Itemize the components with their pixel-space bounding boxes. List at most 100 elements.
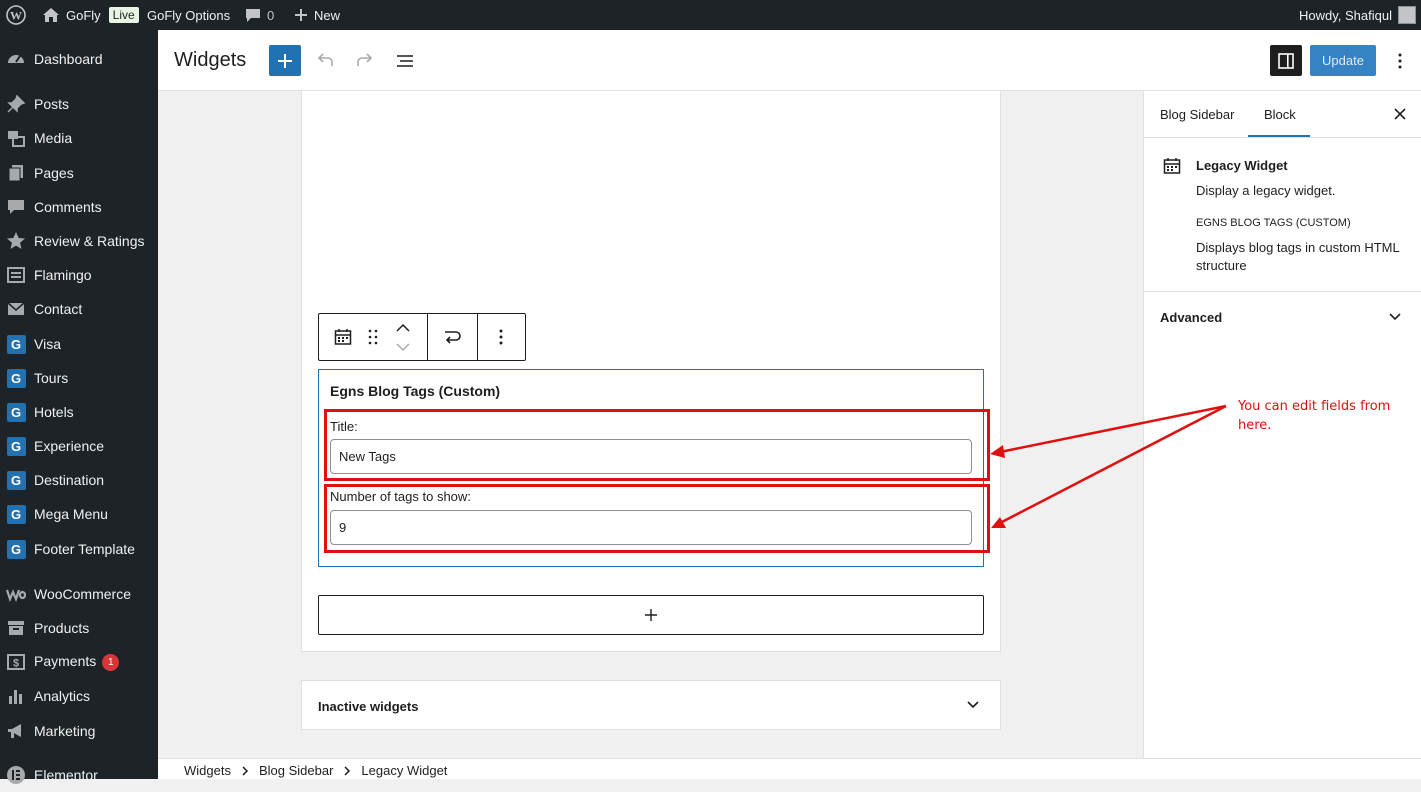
sidebar-item-woocommerce[interactable]: WooCommerce [0, 577, 158, 611]
add-block-appender[interactable] [318, 595, 984, 635]
sidebar-item-mega-menu[interactable]: G Mega Menu [0, 497, 158, 531]
my-account-link[interactable]: Howdy, Shafiqul [1299, 0, 1416, 30]
sidebar-item-label: Dashboard [34, 51, 103, 67]
sidebar-item-footer-template[interactable]: G Footer Template [0, 532, 158, 566]
woo-icon [6, 584, 26, 604]
breadcrumb: Widgets Blog Sidebar Legacy Widget [158, 758, 1421, 779]
tab-block[interactable]: Block [1264, 107, 1296, 122]
sidebar-item-label: Marketing [34, 723, 96, 739]
mail-icon [6, 299, 26, 319]
site-name-link[interactable]: GoFly Live [42, 0, 139, 30]
g-icon: G [6, 539, 26, 559]
title-input[interactable]: New Tags [330, 439, 972, 474]
block-card: Legacy Widget Display a legacy widget. E… [1144, 139, 1421, 292]
svg-text:W: W [10, 9, 22, 23]
undo-icon [315, 51, 335, 71]
move-down-button[interactable] [391, 337, 415, 356]
sidebar-item-tours[interactable]: G Tours [0, 361, 158, 395]
comments-count: 0 [267, 7, 275, 23]
comments-link[interactable]: 0 [245, 0, 274, 30]
gofly-options-link[interactable]: GoFly Options [147, 0, 230, 30]
transform-icon [441, 327, 463, 347]
flamingo-icon [6, 265, 26, 285]
g-icon: G [6, 334, 26, 354]
sidebar-item-hotels[interactable]: G Hotels [0, 395, 158, 429]
sidebar-item-label: Analytics [34, 688, 91, 704]
active-tab-indicator [1248, 135, 1310, 137]
settings-tabs: Blog Sidebar Block [1144, 91, 1421, 138]
admin-bar: W GoFly Live GoFly Options 0 New Howdy, … [0, 0, 1421, 30]
tag-count-input[interactable]: 9 [330, 510, 972, 545]
editor-header: Widgets Update [158, 30, 1421, 91]
breadcrumb-item-widgets[interactable]: Widgets [184, 763, 231, 778]
close-icon [1390, 104, 1410, 124]
sidebar-item-pages[interactable]: Pages [0, 156, 158, 190]
tab-blog-sidebar[interactable]: Blog Sidebar [1160, 107, 1234, 122]
admin-sidebar: Dashboard Posts Media Pages Comments Rev… [0, 30, 158, 784]
options-button[interactable] [1388, 49, 1412, 73]
sidebar-item-label: Footer Template [34, 541, 135, 557]
close-settings-button[interactable] [1390, 104, 1410, 124]
list-view-button[interactable] [393, 49, 417, 73]
home-icon [42, 7, 60, 23]
calendar-icon [333, 327, 353, 347]
toolbar-separator [477, 314, 478, 360]
sidebar-item-contact[interactable]: Contact [0, 292, 158, 326]
sidebar-item-payments[interactable]: $ Payments 1 [0, 645, 158, 679]
advanced-label: Advanced [1160, 310, 1223, 325]
live-badge: Live [108, 7, 139, 23]
sidebar-item-destination[interactable]: G Destination [0, 463, 158, 497]
sidebar-item-media[interactable]: Media [0, 121, 158, 155]
block-type-button[interactable] [331, 325, 355, 349]
page-title: Widgets [174, 49, 247, 71]
sidebar-icon [1277, 52, 1295, 70]
megaphone-icon [6, 721, 26, 741]
g-icon: G [6, 402, 26, 422]
redo-button[interactable] [353, 49, 377, 73]
sidebar-item-review-ratings[interactable]: Review & Ratings [0, 224, 158, 258]
editor-canvas: Egns Blog Tags (Custom) Title: New Tags … [158, 91, 1143, 758]
plus-icon [277, 53, 293, 69]
settings-toggle-button[interactable] [1270, 45, 1302, 76]
sidebar-item-products[interactable]: Products [0, 611, 158, 645]
advanced-panel-toggle[interactable]: Advanced [1144, 293, 1421, 343]
undo-button[interactable] [313, 49, 337, 73]
drag-handle[interactable] [361, 325, 385, 349]
sidebar-item-label: Visa [34, 336, 61, 352]
notification-badge: 1 [102, 653, 120, 671]
wordpress-logo-icon[interactable]: W [6, 0, 26, 30]
legacy-widget-block[interactable]: Egns Blog Tags (Custom) Title: New Tags … [318, 369, 984, 567]
move-up-button[interactable] [391, 318, 415, 337]
new-content-link[interactable]: New [294, 0, 340, 30]
sidebar-item-experience[interactable]: G Experience [0, 429, 158, 463]
dollar-icon: $ [6, 652, 26, 672]
sidebar-item-analytics[interactable]: Analytics [0, 679, 158, 713]
gofly-options-label: GoFly Options [147, 7, 231, 23]
sidebar-item-posts[interactable]: Posts [0, 87, 158, 121]
transform-button[interactable] [440, 325, 464, 349]
breadcrumb-item-blog-sidebar[interactable]: Blog Sidebar [259, 763, 333, 778]
elementor-icon [6, 765, 26, 785]
sidebar-item-label: Review & Ratings [34, 233, 145, 249]
inactive-widgets-panel[interactable]: Inactive widgets [301, 680, 1001, 730]
redo-icon [355, 51, 375, 71]
sidebar-item-visa[interactable]: G Visa [0, 327, 158, 361]
sidebar-item-comments[interactable]: Comments [0, 190, 158, 224]
sidebar-item-dashboard[interactable]: Dashboard [0, 42, 158, 76]
block-options-button[interactable] [489, 325, 513, 349]
g-icon: G [6, 470, 26, 490]
sidebar-item-label: Hotels [34, 404, 74, 420]
dashboard-icon [6, 49, 26, 69]
sidebar-item-flamingo[interactable]: Flamingo [0, 258, 158, 292]
plus-icon [294, 8, 308, 22]
sidebar-item-marketing[interactable]: Marketing [0, 714, 158, 748]
update-button[interactable]: Update [1310, 45, 1376, 76]
comment-icon [245, 7, 261, 23]
block-card-title: Legacy Widget [1196, 158, 1288, 173]
add-block-button[interactable] [269, 45, 301, 76]
svg-text:$: $ [13, 658, 19, 670]
chevron-down-icon [396, 342, 410, 352]
chevron-right-icon [343, 765, 351, 776]
breadcrumb-item-legacy-widget[interactable]: Legacy Widget [361, 763, 447, 778]
sidebar-item-elementor[interactable]: Elementor [0, 758, 158, 792]
